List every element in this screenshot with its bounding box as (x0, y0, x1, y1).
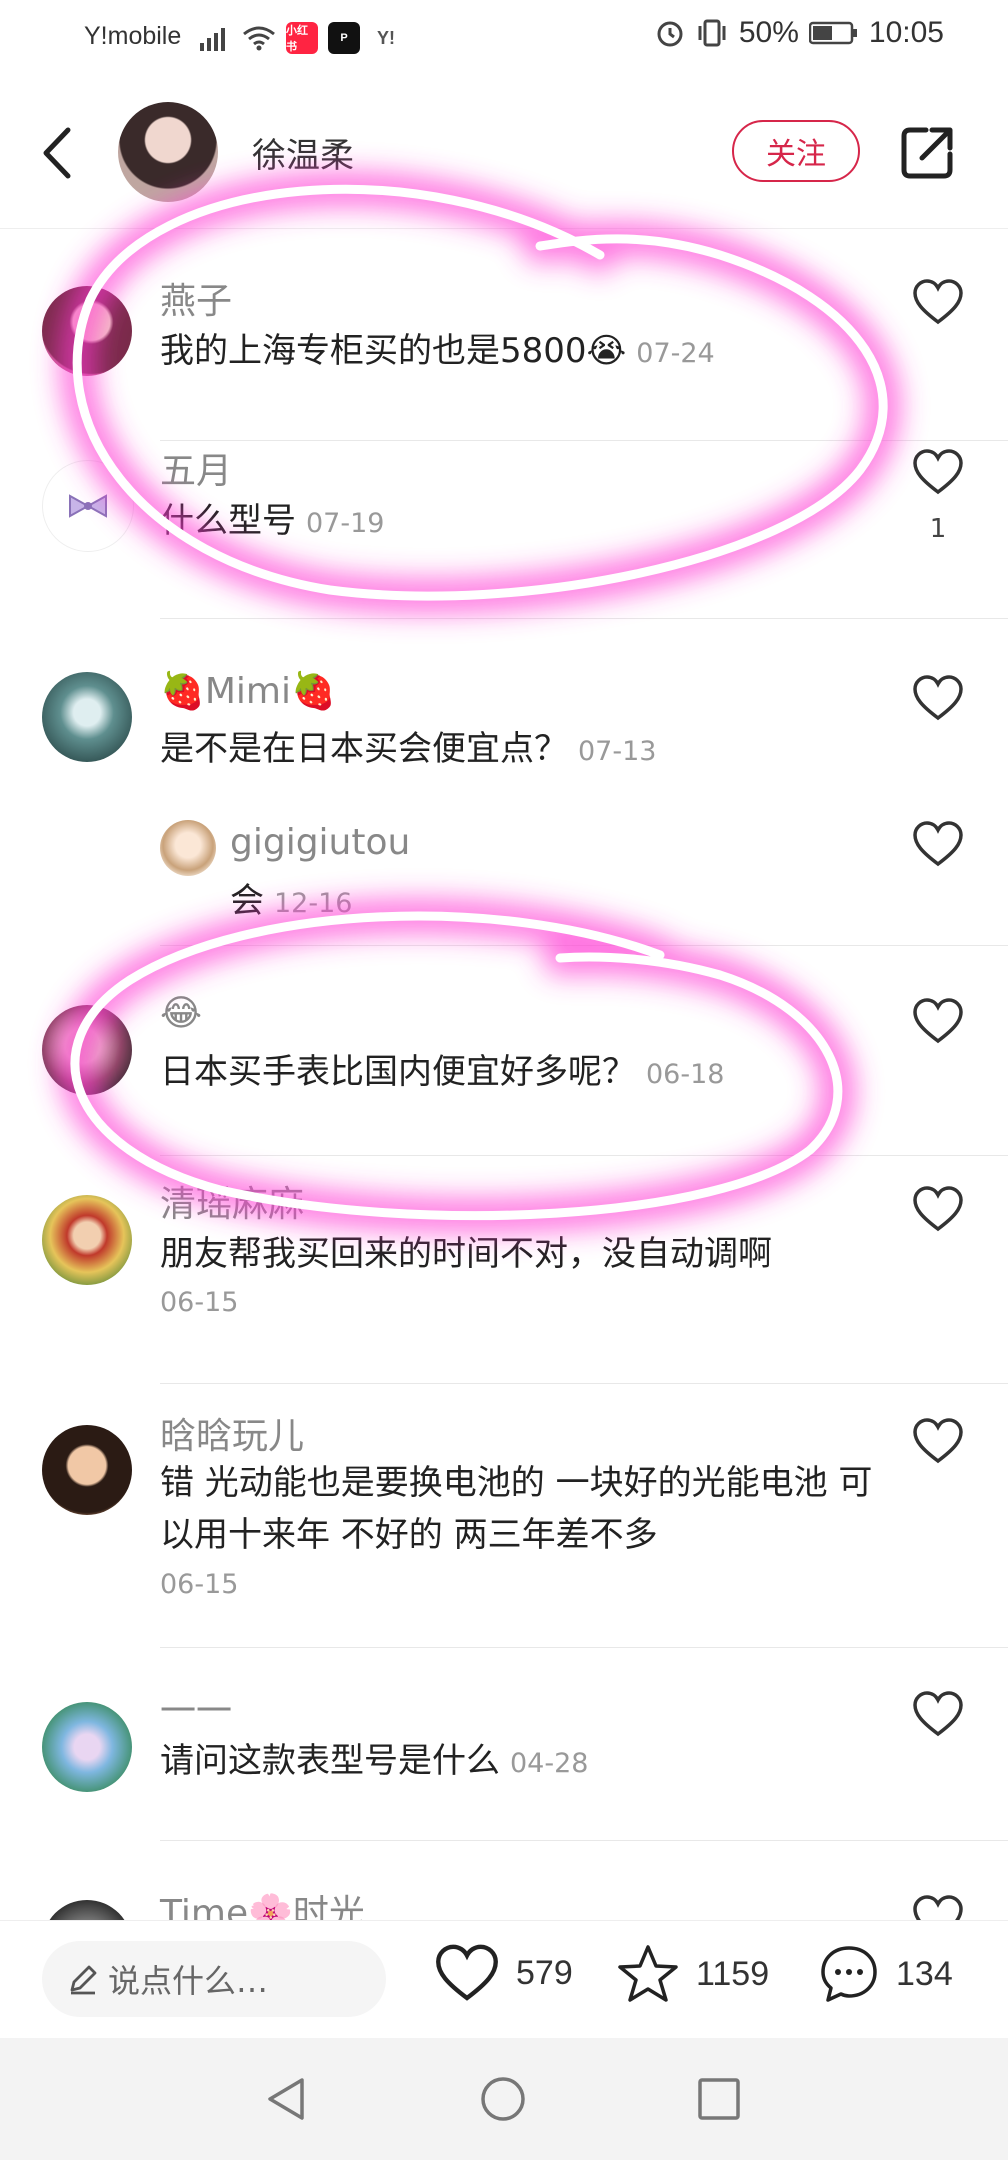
comment-text[interactable]: 日本买手表比国内便宜好多呢？ 06-18 (160, 1047, 800, 1100)
system-nav-bar (0, 2038, 1008, 2160)
comment-item: 清瑶麻麻 朋友帮我买回来的时间不对，没自动调啊 06-15 (0, 1155, 1008, 1384)
comment-item: 一一 请问这款表型号是什么 04-28 (0, 1660, 1008, 1841)
heart-icon[interactable] (912, 674, 964, 722)
heart-icon[interactable] (912, 1417, 964, 1465)
follow-button[interactable]: 关注 (732, 120, 860, 182)
comment-text[interactable]: 是不是在日本买会便宜点？ 07-13 (160, 724, 780, 777)
commenter-name[interactable]: Time🌸时光 (160, 1884, 365, 1920)
commenter-name[interactable]: 清瑶麻麻 (160, 1175, 304, 1227)
reply-item: gigigiutou 会 12-16 (0, 810, 1008, 946)
like-count: 1 (929, 514, 947, 544)
heart-icon[interactable] (912, 448, 964, 496)
star-icon (618, 1945, 678, 2002)
divider (160, 1647, 1008, 1648)
alarm-icon (657, 21, 683, 47)
commenter-avatar[interactable] (42, 672, 132, 762)
heart-icon[interactable] (912, 997, 964, 1045)
comment-date: 07-13 (578, 736, 657, 767)
status-icons: 小红书 P Y! (200, 18, 402, 58)
comment-date: 07-19 (306, 508, 385, 539)
comment-item: 五月 什么型号 07-19 1 (0, 440, 1008, 619)
commenter-name[interactable]: 😂 (160, 993, 202, 1034)
carrier-label: Y!mobile (84, 22, 182, 50)
like-button[interactable]: 579 (434, 1943, 573, 2003)
heart-icon (436, 1944, 498, 2001)
comment-item: Time🌸时光 (0, 1862, 1008, 1920)
comment-date: 06-15 (160, 1287, 239, 1318)
commenter-avatar[interactable] (42, 1005, 132, 1095)
commenter-name[interactable]: 一一 (160, 1682, 232, 1734)
heart-icon[interactable] (912, 820, 964, 868)
comment-item: 😂 日本买手表比国内便宜好多呢？ 06-18 (0, 965, 1008, 1156)
comment-item: 晗晗玩儿 错 光动能也是要换电池的 一块好的光能电池 可以用十来年 不好的 两三… (0, 1385, 1008, 1648)
divider (160, 1383, 1008, 1384)
comment-input[interactable]: 说点什么… (42, 1941, 386, 2017)
pencil-icon (70, 1965, 97, 1995)
yahoo-icon: Y! (377, 27, 395, 48)
share-icon[interactable] (898, 122, 958, 182)
commenter-avatar[interactable] (160, 820, 216, 876)
status-bar: Y!mobile 小红书 P Y! 50% 10:05 (0, 0, 1008, 76)
comment-item: 燕子 我的上海专柜买的也是5800😭 07-24 (0, 250, 1008, 441)
bow-icon (69, 494, 107, 518)
favorite-total: 1159 (696, 1954, 770, 1993)
battery-percent: 50% (738, 16, 799, 49)
battery-icon (808, 21, 857, 45)
vibrate-icon (698, 19, 726, 47)
comment-date: 06-15 (160, 1569, 239, 1600)
nav-back-icon[interactable] (262, 2074, 312, 2124)
speech-bubble-icon (821, 1946, 877, 2002)
heart-icon[interactable] (912, 1690, 964, 1738)
comment-text[interactable]: 什么型号 07-19 (160, 496, 760, 549)
status-right: 50% 10:05 (655, 16, 944, 50)
comment-date: 04-28 (510, 1748, 589, 1779)
comment-total: 134 (896, 1954, 953, 1993)
clock: 10:05 (868, 16, 944, 49)
heart-icon[interactable] (912, 278, 964, 326)
commenter-avatar[interactable] (42, 1702, 132, 1792)
commenter-name[interactable]: 燕子 (160, 272, 232, 324)
divider (160, 1840, 1008, 1841)
nav-recents-icon[interactable] (694, 2074, 744, 2124)
commenter-name[interactable]: 五月 (160, 442, 232, 494)
commenter-avatar[interactable] (42, 286, 132, 376)
divider (160, 945, 1008, 946)
heart-icon[interactable] (912, 1894, 964, 1920)
comment-text[interactable]: 朋友帮我买回来的时间不对，没自动调啊 (160, 1229, 880, 1279)
favorite-button[interactable]: 1159 (616, 1943, 769, 2005)
back-icon[interactable] (30, 120, 86, 186)
commenter-avatar[interactable] (42, 1425, 132, 1515)
comment-date: 12-16 (274, 888, 353, 919)
commenter-name[interactable]: 晗晗玩儿 (160, 1407, 304, 1459)
like-total: 579 (516, 1953, 573, 1992)
signal-icon (200, 28, 225, 51)
commenter-name[interactable]: gigigiutou (230, 822, 410, 863)
author-name[interactable]: 徐温柔 (252, 128, 354, 177)
comment-date: 07-24 (636, 338, 715, 369)
comment-button[interactable]: 134 (818, 1943, 953, 2005)
comment-date: 06-18 (646, 1059, 725, 1090)
divider (160, 618, 1008, 619)
comment-item: 🍓Mimi🍓 是不是在日本买会便宜点？ 07-13 (0, 630, 1008, 790)
author-avatar[interactable] (118, 102, 218, 202)
wifi-icon (243, 26, 275, 51)
commenter-avatar[interactable] (42, 460, 134, 552)
nav-home-icon[interactable] (478, 2074, 528, 2124)
comment-text[interactable]: 我的上海专柜买的也是5800😭 07-24 (160, 326, 760, 379)
commenter-avatar[interactable] (42, 1195, 132, 1285)
comment-list[interactable]: 燕子 我的上海专柜买的也是5800😭 07-24 五月 什么型号 07-19 1 🍓… (0, 230, 1008, 1920)
commenter-avatar[interactable] (42, 1900, 132, 1920)
note-header: 徐温柔 关注 (0, 76, 1008, 229)
pinduoduo-icon: P (328, 22, 360, 54)
commenter-name[interactable]: 🍓Mimi🍓 (160, 670, 336, 712)
comment-input-placeholder: 说点什么… (108, 1962, 269, 2000)
comment-text[interactable]: 错 光动能也是要换电池的 一块好的光能电池 可以用十来年 不好的 两三年差不多 (160, 1457, 900, 1561)
bottom-action-bar: 说点什么… 579 1159 134 (0, 1920, 1008, 2039)
comment-text[interactable]: 会 12-16 (230, 876, 730, 929)
xiaohongshu-icon: 小红书 (286, 22, 318, 54)
heart-icon[interactable] (912, 1185, 964, 1233)
comment-text[interactable]: 请问这款表型号是什么 04-28 (160, 1736, 800, 1789)
